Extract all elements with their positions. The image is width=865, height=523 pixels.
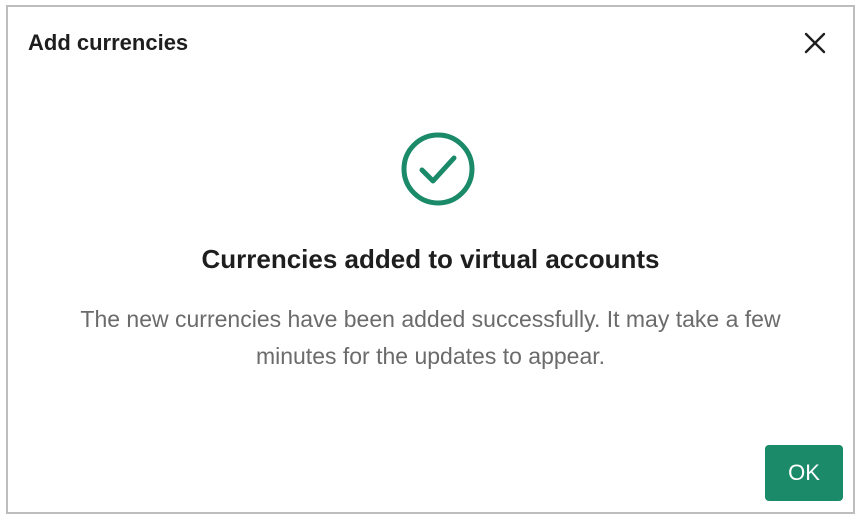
check-circle-icon [401,132,475,206]
dialog-title: Add currencies [28,30,189,55]
success-message: The new currencies have been added succe… [80,306,781,369]
success-heading: Currencies added to virtual accounts [201,244,660,274]
ok-button[interactable]: OK [765,445,843,501]
close-button[interactable] [801,29,829,57]
close-icon [804,32,826,54]
add-currencies-dialog: Add currencies Currencies added to virtu… [6,5,855,514]
